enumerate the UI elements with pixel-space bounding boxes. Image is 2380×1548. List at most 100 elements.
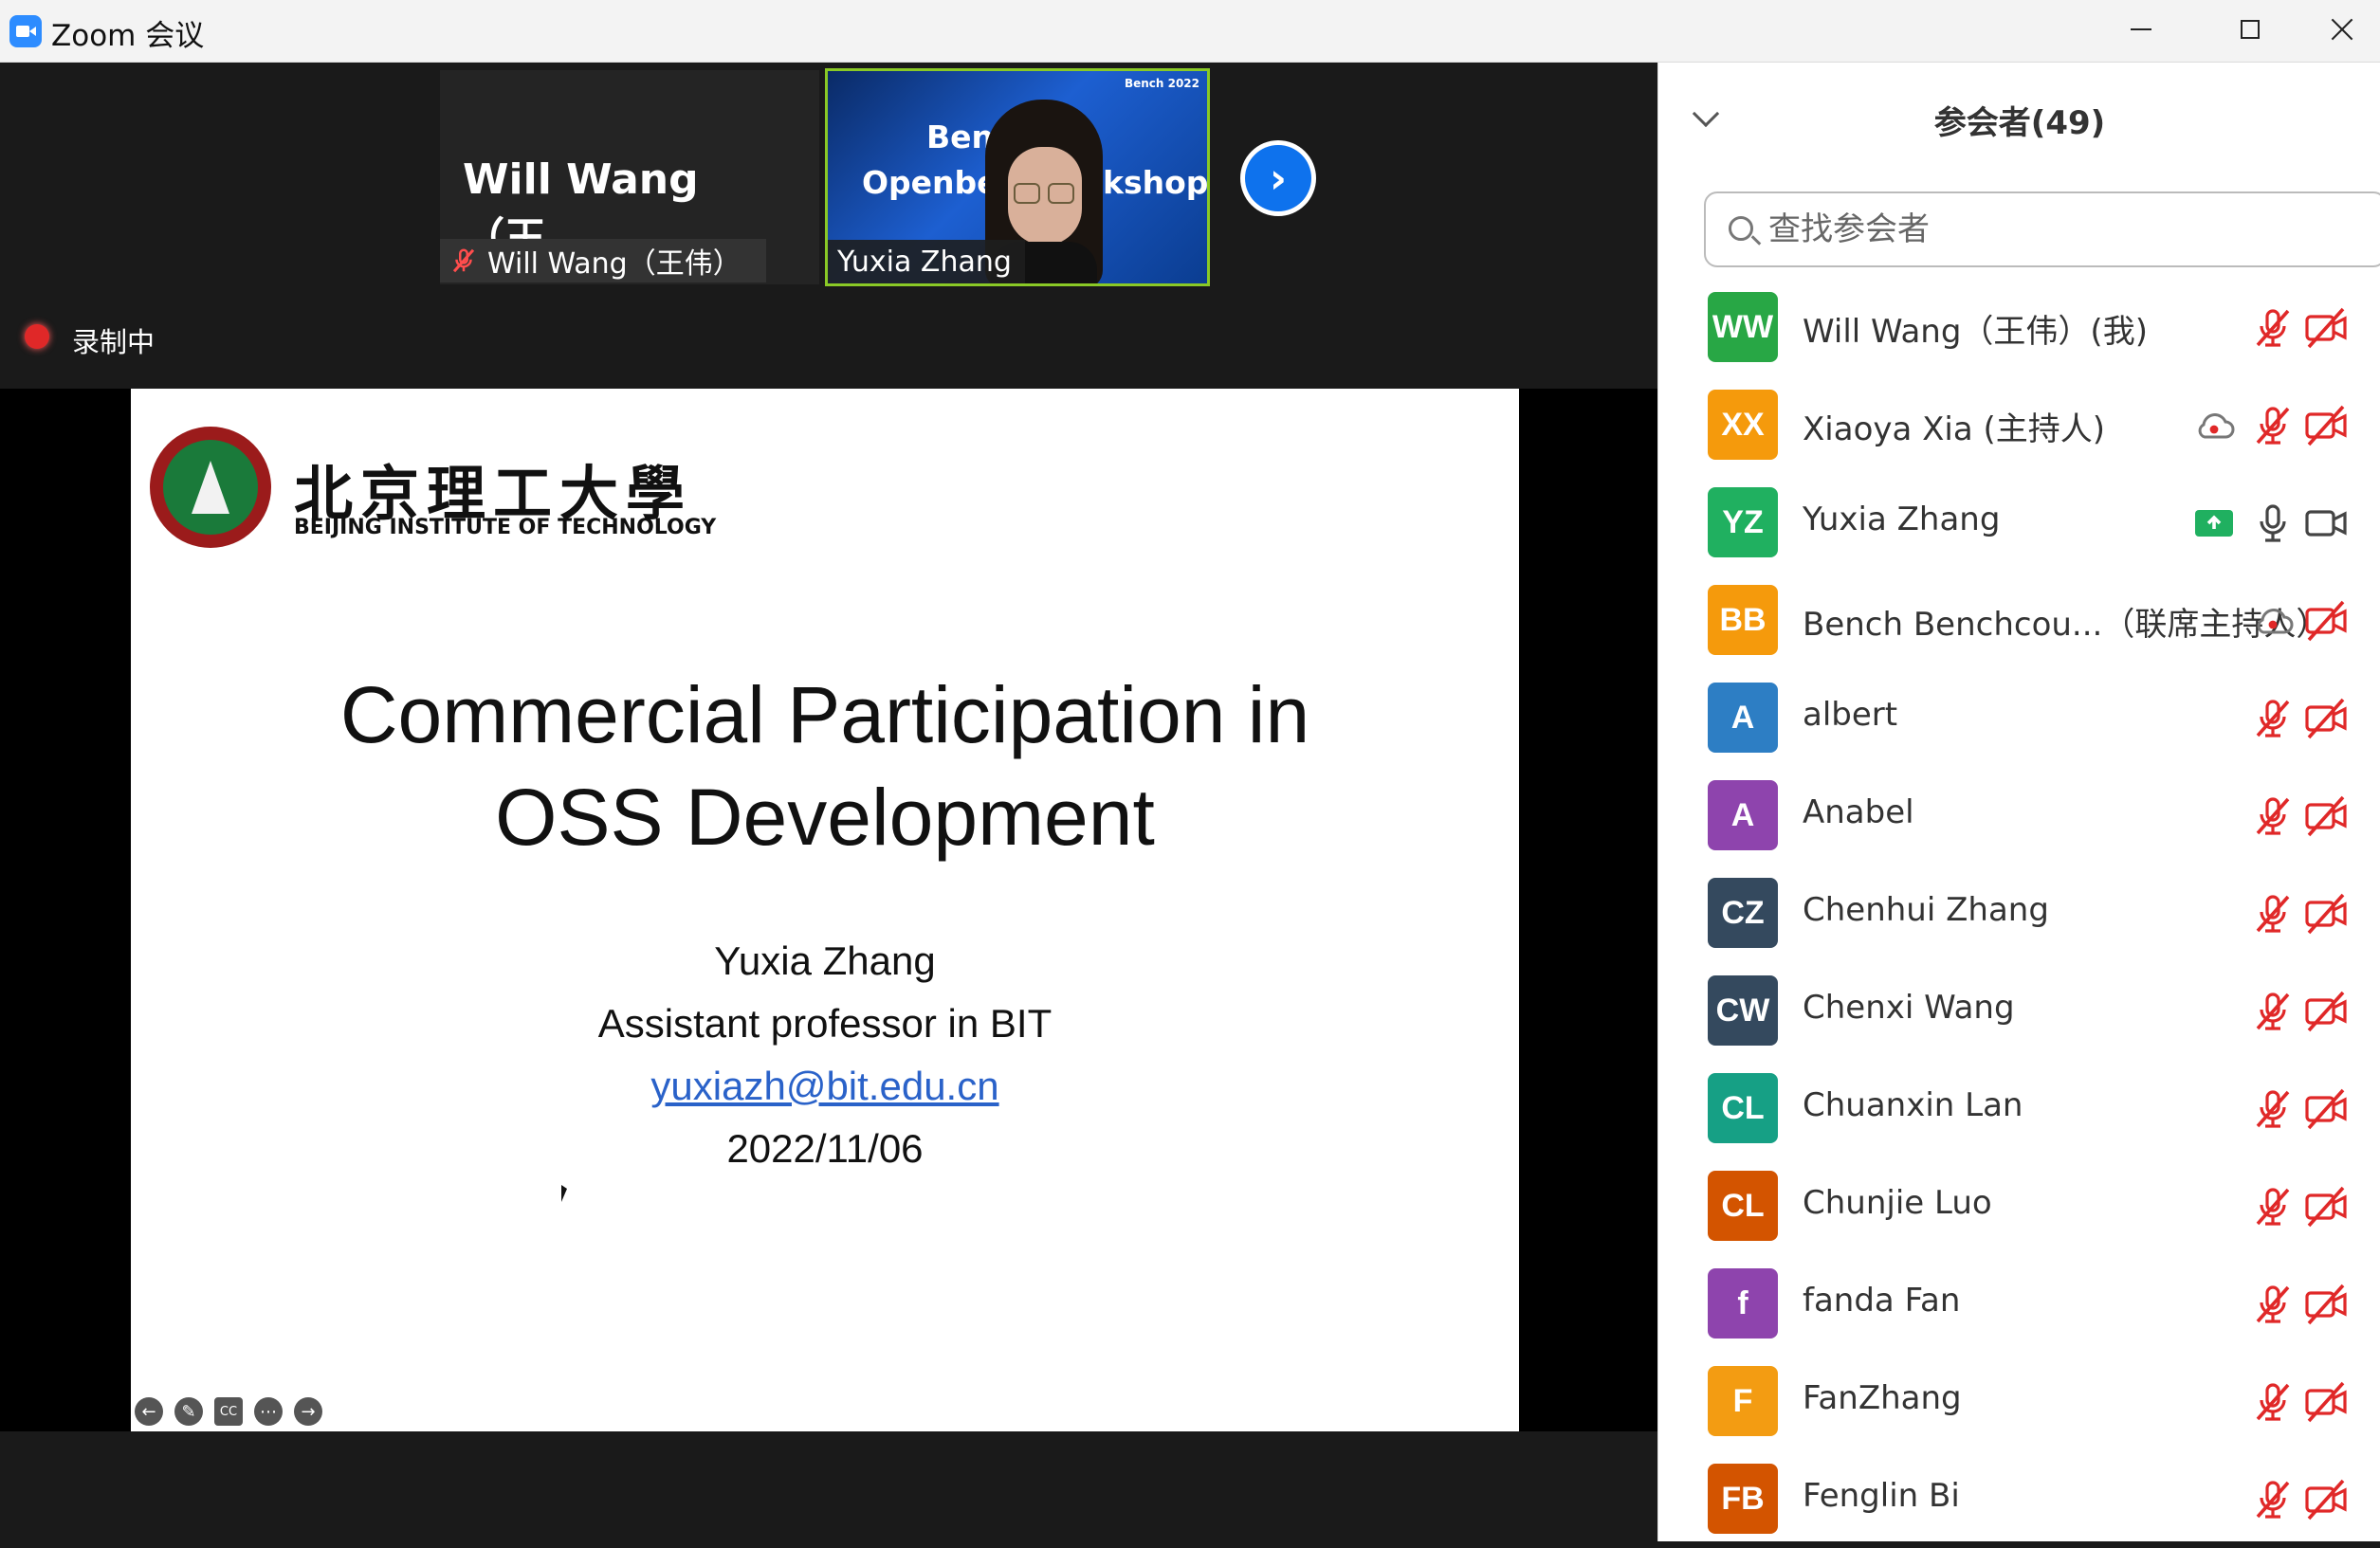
participant-name: Chenxi Wang <box>1803 989 2015 1027</box>
mic-muted-icon[interactable] <box>2250 1477 2296 1522</box>
slide-date: 2022/11/06 <box>726 1126 924 1171</box>
slide-title-line: Commercial Participation in <box>339 670 1310 759</box>
panel-title: 参会者(49) <box>1933 104 2106 142</box>
avatar: CL <box>1708 1171 1778 1241</box>
video-off-icon[interactable] <box>2303 1379 2349 1425</box>
avatar: WW <box>1708 292 1778 362</box>
mouse-cursor-icon <box>561 1185 567 1202</box>
avatar: YZ <box>1708 487 1778 557</box>
previous-slide-icon[interactable]: ← <box>135 1397 163 1426</box>
participants-panel: 参会者(49) WW Will Wang（王伟）(我) XX Xiaoya Xia (… <box>1657 63 2380 1541</box>
share-screen-icon <box>2191 501 2237 546</box>
slide-email-line: yuxiazh@bit.edu.cn <box>131 1064 1519 1109</box>
avatar: A <box>1708 780 1778 850</box>
zoom-app-icon <box>9 15 42 47</box>
slide-position: Assistant professor in BIT <box>597 1001 1053 1046</box>
video-off-icon[interactable] <box>2303 1184 2349 1229</box>
university-seal-logo <box>150 427 271 548</box>
participant-row[interactable]: FB Fenglin Bi <box>1658 1450 2380 1548</box>
video-off-icon[interactable] <box>2303 403 2349 448</box>
cloud-recording-icon <box>2191 403 2237 448</box>
participant-row[interactable]: F FanZhang <box>1658 1353 2380 1450</box>
video-off-icon[interactable] <box>2303 598 2349 644</box>
participant-name: Chunjie Luo <box>1803 1184 1992 1222</box>
participant-row[interactable]: CZ Chenhui Zhang <box>1658 865 2380 962</box>
mic-muted-icon[interactable] <box>2250 989 2296 1034</box>
participant-row[interactable]: Aalbert <box>1658 669 2380 767</box>
mic-muted-icon[interactable] <box>2250 891 2296 937</box>
participant-name: Will Wang（王伟）(我) <box>1803 313 2148 351</box>
participant-row[interactable]: CL Chuanxin Lan <box>1658 1060 2380 1157</box>
participant-row[interactable]: f fanda Fan <box>1658 1255 2380 1353</box>
recording-icon <box>25 324 49 349</box>
participant-row[interactable]: WW Will Wang（王伟）(我) <box>1658 279 2380 376</box>
video-off-icon[interactable] <box>2303 1282 2349 1327</box>
mic-muted-icon[interactable] <box>2250 793 2296 839</box>
avatar: XX <box>1708 390 1778 460</box>
slide-toolbar: ← ✎ CC ⋯ → <box>135 1397 322 1426</box>
video-icon[interactable] <box>2303 501 2349 546</box>
avatar: f <box>1708 1268 1778 1339</box>
minimize-icon <box>2130 28 2151 30</box>
participant-row[interactable]: CL Chunjie Luo <box>1658 1157 2380 1255</box>
tile-label-text: Will Wang（王伟） <box>487 247 741 281</box>
next-page-button[interactable]: › <box>1240 140 1316 216</box>
video-tile-yuxia-zhang[interactable]: Bench 2022 Benc Openber kshop Yuxia Zhan… <box>825 68 1210 286</box>
video-off-icon[interactable] <box>2303 793 2349 839</box>
participant-row[interactable]: BB Bench Benchcou...（联席主持人） <box>1658 572 2380 669</box>
bottom-strip <box>0 1431 1657 1541</box>
search-box[interactable] <box>1704 191 2380 267</box>
mic-muted-icon[interactable] <box>2250 403 2296 448</box>
participant-name: Xiaoya Xia (主持人) <box>1803 410 2106 448</box>
slide-email-link[interactable]: yuxiazh@bit.edu.cn <box>650 1064 998 1108</box>
participant-name: FanZhang <box>1803 1379 1962 1417</box>
shared-slide: 北京理工大學 BEIJING INSTITUTE OF TECHNOLOGY C… <box>131 389 1519 1431</box>
video-off-icon[interactable] <box>2303 891 2349 937</box>
avatar: F <box>1708 1366 1778 1436</box>
mic-icon[interactable] <box>2250 501 2296 546</box>
mic-muted-icon[interactable] <box>2250 1282 2296 1327</box>
recording-label: 录制中 <box>72 326 156 358</box>
mic-muted-icon[interactable] <box>2250 696 2296 741</box>
search-icon <box>1729 216 1753 241</box>
video-off-icon[interactable] <box>2303 989 2349 1034</box>
participant-row[interactable]: CW Chenxi Wang <box>1658 962 2380 1060</box>
close-button[interactable] <box>2304 0 2380 59</box>
participant-name: Chenhui Zhang <box>1803 891 2049 929</box>
pen-icon[interactable]: ✎ <box>174 1397 203 1426</box>
tile-name-label: Will Wang（王伟） <box>440 239 766 282</box>
mic-muted-icon[interactable] <box>2250 305 2296 351</box>
maximize-button[interactable] <box>2195 0 2304 59</box>
avatar: CZ <box>1708 878 1778 948</box>
mic-muted-icon[interactable] <box>2250 1086 2296 1132</box>
tile-name-label: Yuxia Zhang <box>828 240 1025 283</box>
avatar: CL <box>1708 1073 1778 1143</box>
maximize-icon <box>2240 20 2260 39</box>
participant-name: Fenglin Bi <box>1803 1477 1960 1515</box>
participant-row[interactable]: YZ Yuxia Zhang <box>1658 474 2380 572</box>
background-text: kshop <box>1103 164 1209 201</box>
participant-row[interactable]: A Anabel <box>1658 767 2380 865</box>
slide-title-line: OSS Development <box>495 773 1155 862</box>
participant-name: fanda Fan <box>1803 1282 1961 1320</box>
video-off-icon[interactable] <box>2303 305 2349 351</box>
participant-row[interactable]: XX Xiaoya Xia (主持人) <box>1658 376 2380 474</box>
avatar: BB <box>1708 585 1778 655</box>
participant-list: WW Will Wang（王伟）(我) XX Xiaoya Xia (主持人) YZ Yu… <box>1658 279 2380 1548</box>
minimize-button[interactable] <box>2086 0 2195 59</box>
search-input[interactable] <box>1768 203 2356 256</box>
more-icon[interactable]: ⋯ <box>254 1397 283 1426</box>
mic-muted-icon[interactable] <box>2250 1379 2296 1425</box>
video-off-icon[interactable] <box>2303 1086 2349 1132</box>
participant-name: Anabel <box>1803 793 1914 831</box>
participant-name: Yuxia Zhang <box>1803 501 2001 538</box>
video-tile-will-wang[interactable]: Will Wang（王... Will Wang（王伟） <box>440 70 819 284</box>
video-off-icon[interactable] <box>2303 1477 2349 1522</box>
avatar: CW <box>1708 975 1778 1046</box>
next-slide-icon[interactable]: → <box>294 1397 322 1426</box>
video-off-icon[interactable] <box>2303 696 2349 741</box>
bench-logo: Bench 2022 <box>1124 77 1199 90</box>
window-title: Zoom 会议 <box>51 19 205 53</box>
mic-muted-icon[interactable] <box>2250 1184 2296 1229</box>
captions-icon[interactable]: CC <box>214 1397 243 1426</box>
